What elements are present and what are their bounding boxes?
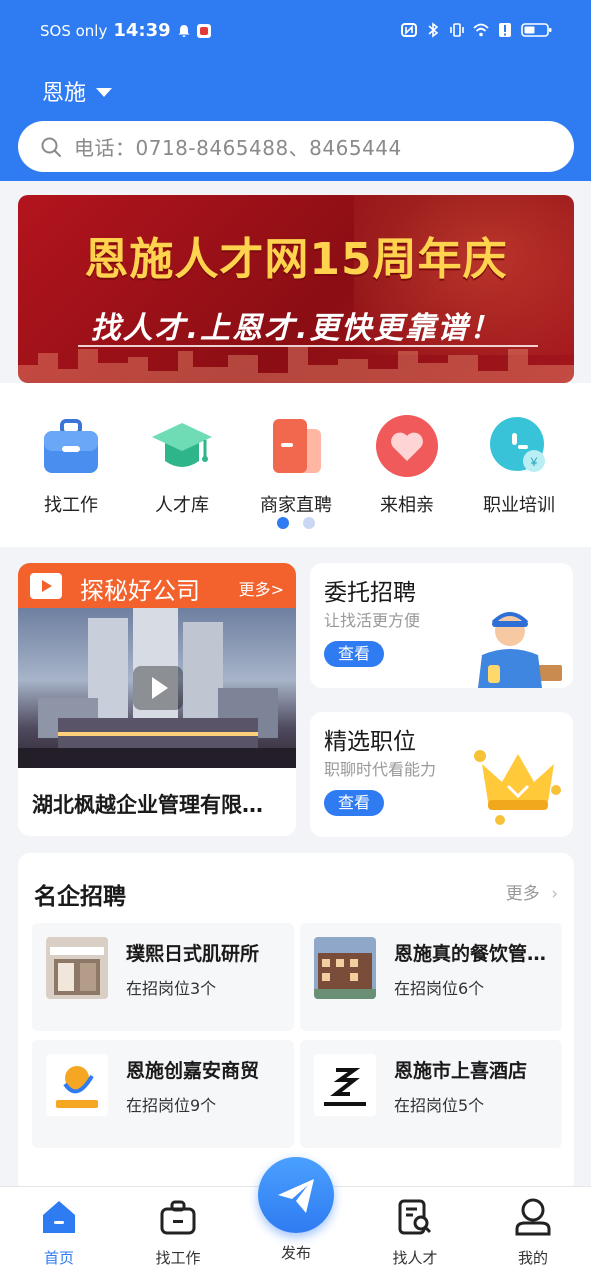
category-label: 商家直聘 bbox=[260, 495, 332, 516]
search-input[interactable]: 电话：0718-8465488、8465444 bbox=[18, 121, 574, 172]
company-job-count: 在招岗位5个 bbox=[394, 1096, 485, 1115]
store-card-icon bbox=[273, 419, 321, 473]
svg-text:¥: ¥ bbox=[530, 455, 538, 469]
crown-illustration bbox=[474, 750, 561, 825]
tab-label: 找工作 bbox=[155, 1249, 201, 1267]
company-job-count: 在招岗位9个 bbox=[126, 1096, 217, 1115]
selected-positions-card[interactable]: 精选职位 职聊时代看能力 查看 bbox=[310, 712, 573, 837]
publish-button[interactable] bbox=[258, 1157, 334, 1233]
company-name: 恩施真的餐饮管理有限公司 bbox=[394, 943, 554, 965]
tab-find-job[interactable]: 找工作 bbox=[133, 1197, 223, 1268]
company-logo bbox=[314, 1054, 376, 1116]
worker-illustration bbox=[478, 612, 562, 688]
banner-underline bbox=[78, 345, 538, 347]
explore-company-card[interactable]: 探秘好公司 更多> 湖北枫越企业管理有限公司 bbox=[18, 563, 296, 836]
banner-subtitle: 找人才.上恩才.更快更靠谱！ bbox=[90, 311, 502, 346]
company-logo bbox=[46, 937, 108, 999]
company-name: 恩施市上喜酒店 bbox=[394, 1060, 528, 1082]
user-icon bbox=[515, 1198, 551, 1236]
selected-view-button[interactable]: 查看 bbox=[324, 790, 384, 816]
paper-plane-icon bbox=[278, 1179, 314, 1213]
famous-more-label: 更多 bbox=[505, 884, 540, 904]
city-selector[interactable]: 恩施 bbox=[42, 75, 113, 107]
company-card[interactable]: 璞熙日式肌研所 在招岗位3个 bbox=[32, 923, 294, 1031]
publish-label: 发布 bbox=[280, 1244, 311, 1262]
entrust-view-button[interactable]: 查看 bbox=[324, 641, 384, 667]
tab-mine[interactable]: 我的 bbox=[488, 1197, 578, 1268]
explore-title: 探秘好公司 bbox=[80, 577, 200, 605]
briefcase-icon bbox=[160, 1200, 196, 1235]
category-talent-pool[interactable]: 人才库 bbox=[127, 415, 237, 517]
tab-label: 找人才 bbox=[392, 1249, 438, 1267]
heart-icon bbox=[376, 415, 438, 477]
app-notification-icon bbox=[196, 23, 211, 38]
header: SOS only 14:39 恩施 电话：0718-8465488、846544… bbox=[0, 0, 591, 181]
graduation-cap-icon bbox=[152, 423, 212, 467]
carrier-text: SOS only bbox=[40, 21, 108, 40]
company-name: 璞熙日式肌研所 bbox=[126, 943, 260, 965]
category-label: 来相亲 bbox=[380, 495, 434, 516]
home-icon bbox=[43, 1201, 75, 1233]
company-name: 恩施创嘉安商贸 bbox=[126, 1060, 260, 1082]
explore-company-name: 湖北枫越企业管理有限公司 bbox=[32, 793, 282, 817]
play-icon[interactable] bbox=[133, 666, 183, 710]
resume-search-icon bbox=[398, 1199, 432, 1235]
entrust-title: 委托招聘 bbox=[324, 580, 416, 606]
search-placeholder: 电话：0718-8465488、8465444 bbox=[74, 136, 402, 160]
company-card[interactable]: 恩施创嘉安商贸 在招岗位9个 bbox=[32, 1040, 294, 1148]
carousel-dot-2[interactable] bbox=[302, 517, 315, 529]
explore-header: 探秘好公司 更多> bbox=[18, 563, 296, 608]
selected-subtitle: 职聊时代看能力 bbox=[324, 760, 437, 779]
bluetooth-icon bbox=[428, 22, 439, 38]
category-find-job[interactable]: 找工作 bbox=[16, 415, 126, 517]
status-bar: SOS only 14:39 bbox=[0, 14, 591, 54]
category-label: 找工作 bbox=[44, 495, 98, 516]
city-label: 恩施 bbox=[42, 81, 87, 106]
category-merchant-hiring[interactable]: 商家直聘 bbox=[241, 415, 351, 517]
category-dating[interactable]: 来相亲 bbox=[352, 415, 462, 517]
tab-label: 首页 bbox=[43, 1249, 74, 1267]
carousel-indicator bbox=[0, 517, 591, 529]
training-icon: ¥ bbox=[490, 417, 545, 472]
battery-icon bbox=[521, 23, 552, 37]
tab-find-talent[interactable]: 找人才 bbox=[370, 1197, 460, 1268]
company-logo bbox=[46, 1054, 108, 1116]
category-training[interactable]: ¥ 职业培训 bbox=[464, 415, 574, 517]
video-icon bbox=[30, 573, 62, 599]
company-card[interactable]: 恩施真的餐饮管理有限公司 在招岗位6个 bbox=[300, 923, 562, 1031]
category-label: 人才库 bbox=[155, 495, 209, 516]
chevron-right-icon: › bbox=[551, 884, 558, 904]
nfc-icon bbox=[401, 23, 417, 37]
carousel-dot-1[interactable] bbox=[276, 517, 289, 529]
selected-title: 精选职位 bbox=[324, 729, 416, 755]
category-label: 职业培训 bbox=[483, 495, 555, 516]
famous-title: 名企招聘 bbox=[34, 884, 126, 910]
tab-label: 我的 bbox=[517, 1249, 548, 1267]
company-video-thumbnail[interactable] bbox=[18, 608, 296, 768]
famous-more-link[interactable]: 更多 › bbox=[506, 879, 558, 904]
company-job-count: 在招岗位6个 bbox=[394, 979, 485, 998]
banner-title: 恩施人才网15周年庆 bbox=[84, 234, 508, 285]
explore-more-link[interactable]: 更多> bbox=[239, 576, 284, 600]
vibrate-icon bbox=[450, 23, 464, 37]
wifi-icon bbox=[473, 23, 489, 37]
entrust-recruitment-card[interactable]: 委托招聘 让找活更方便 查看 bbox=[310, 563, 573, 688]
company-logo bbox=[314, 937, 376, 999]
company-job-count: 在招岗位3个 bbox=[126, 979, 217, 998]
promo-banner[interactable]: 恩施人才网15周年庆 找人才.上恩才.更快更靠谱！ bbox=[18, 195, 574, 383]
clock: 14:39 bbox=[113, 20, 171, 41]
chevron-down-icon bbox=[96, 87, 113, 97]
bell-icon bbox=[178, 24, 190, 37]
briefcase-icon bbox=[44, 419, 98, 473]
banner-skyline bbox=[18, 347, 574, 383]
entrust-subtitle: 让找活更方便 bbox=[324, 611, 421, 630]
search-icon bbox=[41, 137, 61, 157]
company-card[interactable]: 恩施市上喜酒店 在招岗位5个 bbox=[300, 1040, 562, 1148]
tab-home[interactable]: 首页 bbox=[14, 1197, 104, 1268]
alert-icon bbox=[499, 23, 511, 37]
famous-companies-section: 名企招聘 更多 › 璞熙日式肌研所 在招岗位3个 恩施真的餐饮管理有限公司 在招… bbox=[18, 853, 574, 1193]
